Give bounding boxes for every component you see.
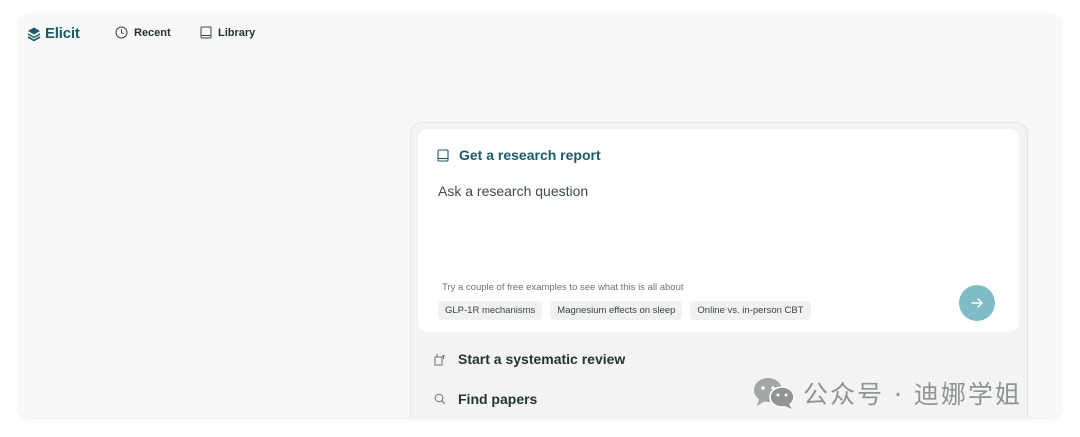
review-icon xyxy=(434,353,445,365)
find-papers-option[interactable]: Find papers xyxy=(434,391,537,407)
card-title-label: Get a research report xyxy=(459,147,601,163)
card-title[interactable]: Get a research report xyxy=(437,147,601,163)
research-panel: Get a research report Try a couple of fr… xyxy=(410,122,1028,417)
watermark-text: 公众号 · 迪娜学姐 xyxy=(803,380,1022,409)
find-papers-label: Find papers xyxy=(458,391,538,407)
start-systematic-review-label: Start a systematic review xyxy=(458,351,626,367)
top-nav: Elicit Recent Library xyxy=(20,15,1060,55)
nav-library[interactable]: Library xyxy=(200,26,255,39)
nav-recent[interactable]: Recent xyxy=(115,26,171,39)
search-icon xyxy=(434,393,446,405)
example-chips: GLP-1R mechanisms Magnesium effects on s… xyxy=(438,301,811,320)
examples-hint: Try a couple of free examples to see wha… xyxy=(442,282,684,293)
book-icon xyxy=(437,148,449,162)
clock-icon xyxy=(115,26,128,39)
wechat-icon xyxy=(754,378,795,409)
example-chip[interactable]: Magnesium effects on sleep xyxy=(550,301,683,320)
elicit-logo-icon xyxy=(27,27,41,41)
start-systematic-review-option[interactable]: Start a systematic review xyxy=(434,351,625,367)
book-icon xyxy=(200,26,212,39)
example-chip[interactable]: GLP-1R mechanisms xyxy=(438,301,543,320)
app-name: Elicit xyxy=(45,25,80,42)
example-chip[interactable]: Online vs. in-person CBT xyxy=(690,301,811,320)
research-report-card: Get a research report Try a couple of fr… xyxy=(418,129,1019,332)
arrow-right-icon xyxy=(971,298,983,308)
research-question-input[interactable] xyxy=(438,183,978,273)
nav-recent-label: Recent xyxy=(134,26,171,39)
submit-button[interactable] xyxy=(959,285,995,321)
nav-library-label: Library xyxy=(218,26,256,39)
elicit-logo[interactable]: Elicit xyxy=(27,25,80,42)
watermark: 公众号 · 迪娜学姐 xyxy=(753,375,1022,411)
app-window: Elicit Recent Library Get a research rep… xyxy=(20,15,1060,417)
